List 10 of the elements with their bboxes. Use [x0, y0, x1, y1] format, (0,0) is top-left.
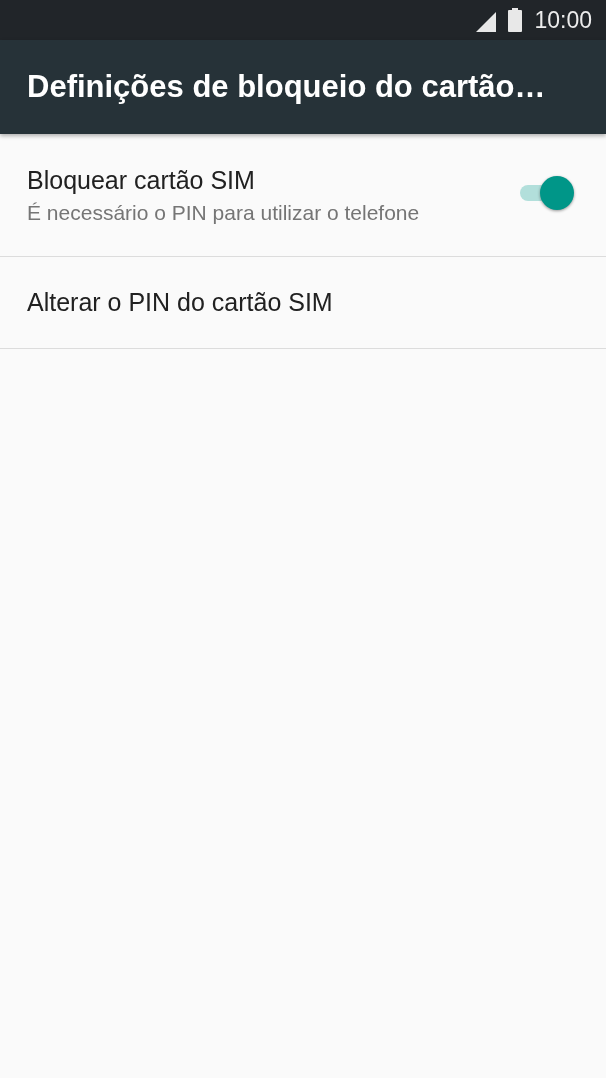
battery-icon: [508, 8, 523, 32]
setting-summary: É necessário o PIN para utilizar o telefone: [27, 200, 421, 225]
clock-time: 10:00: [534, 6, 592, 34]
setting-item[interactable]: Bloquear cartão SIM É necessário o PIN para utilizar o telefone: [0, 134, 606, 257]
toggle-switch[interactable]: [518, 176, 574, 210]
setting-title: Alterar o PIN do cartão SIM: [27, 288, 334, 317]
setting-item[interactable]: Alterar o PIN do cartão SIM: [0, 257, 606, 349]
setting-title: Bloquear cartão SIM: [27, 165, 256, 195]
screen-title: Definições de bloqueio do cartão…: [27, 69, 546, 105]
signal-icon: [474, 10, 499, 34]
